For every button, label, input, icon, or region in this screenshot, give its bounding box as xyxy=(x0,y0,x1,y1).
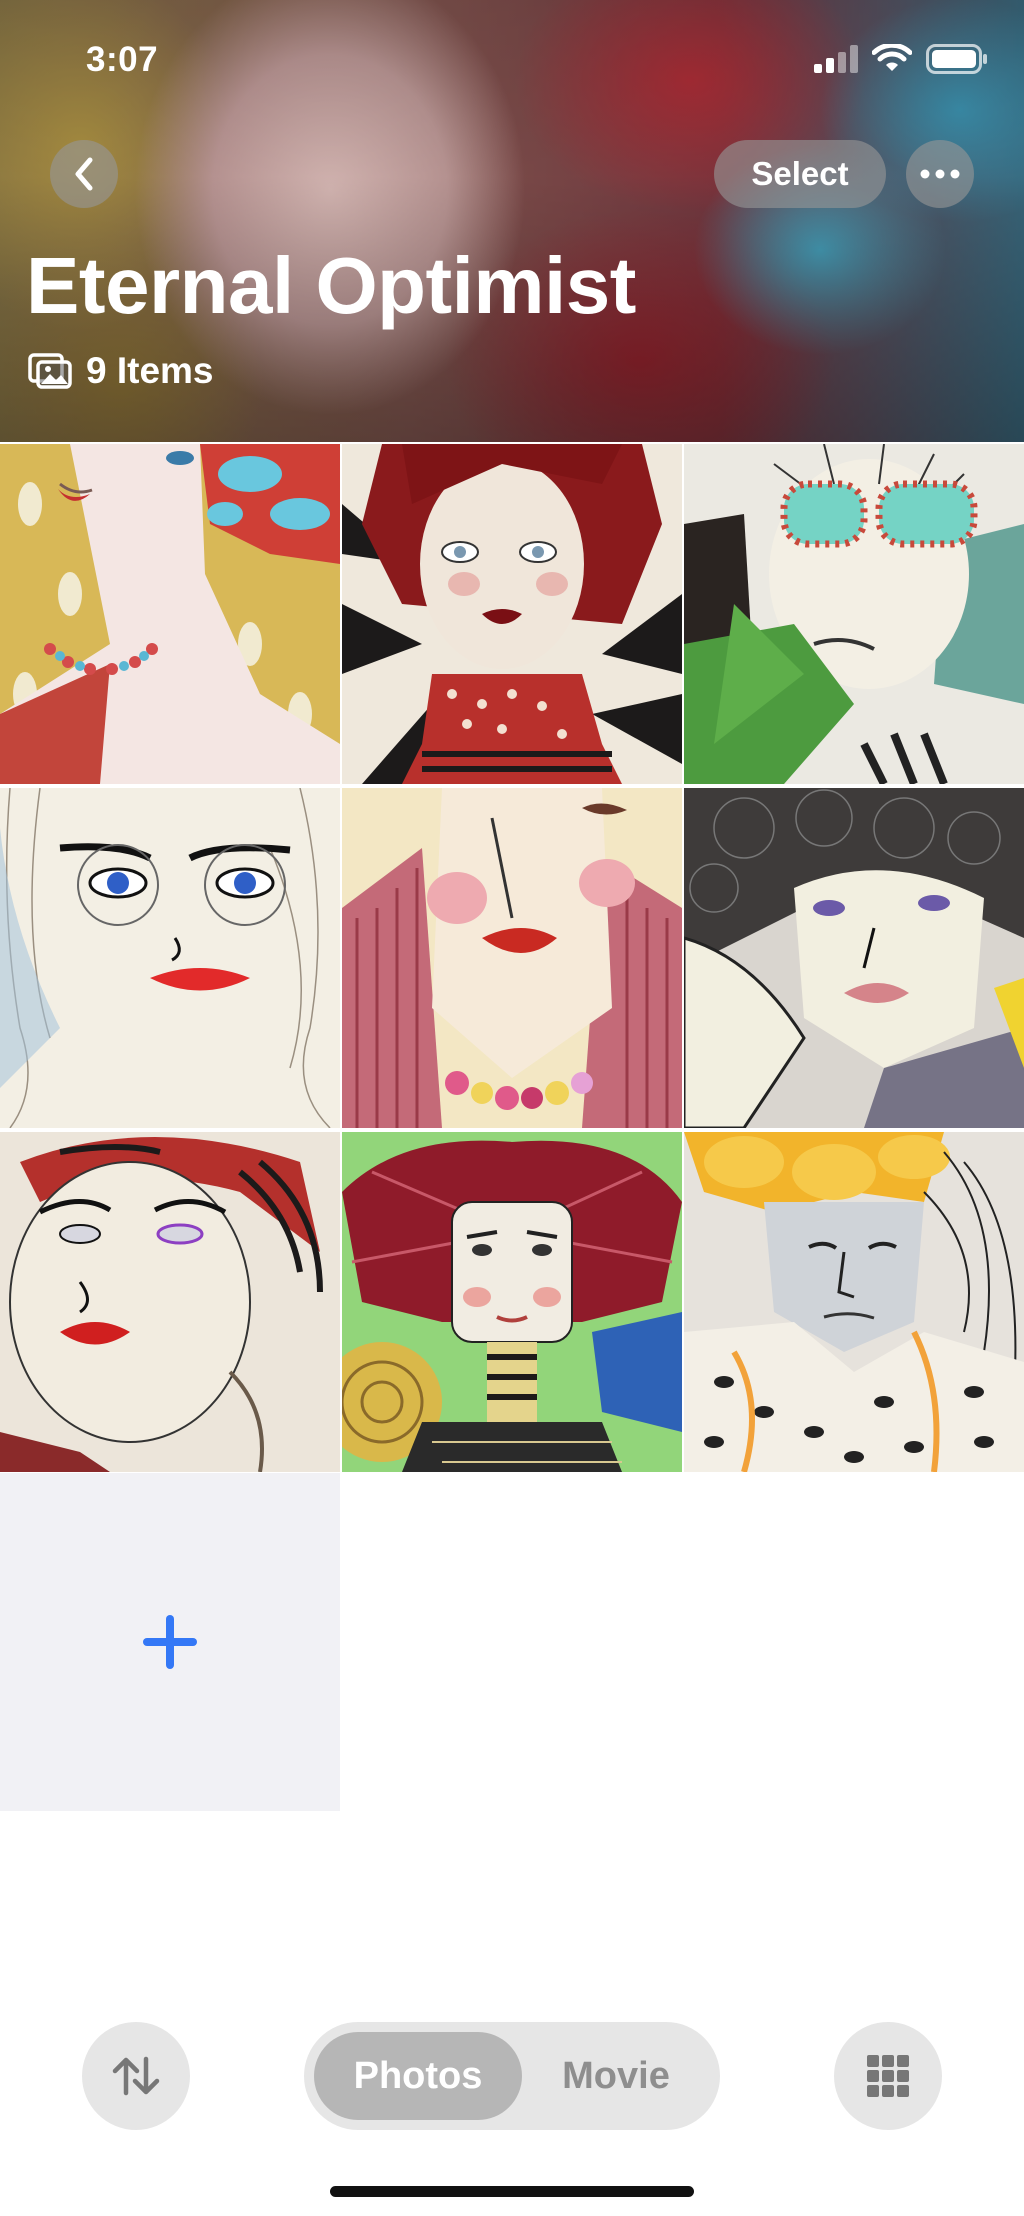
photo-thumbnail-4[interactable] xyxy=(0,788,340,1128)
album-header: 3:07 Select Eternal Optimist 9 Items xyxy=(0,0,1024,442)
chevron-left-icon xyxy=(75,157,93,191)
album-title: Eternal Optimist xyxy=(26,241,636,330)
photo-thumbnail-7[interactable] xyxy=(0,1132,340,1472)
ellipsis-icon xyxy=(920,169,960,179)
photo-thumbnail-3[interactable] xyxy=(684,444,1024,784)
back-button[interactable] xyxy=(50,140,118,208)
cellular-signal-icon xyxy=(814,45,858,73)
add-photo-button[interactable] xyxy=(0,1473,340,1811)
photo-thumbnail-8[interactable] xyxy=(342,1132,682,1472)
battery-icon xyxy=(926,44,987,74)
sort-button[interactable] xyxy=(82,2022,190,2130)
photo-thumbnail-2[interactable] xyxy=(342,444,682,784)
photo-thumbnail-9[interactable] xyxy=(684,1132,1024,1472)
photo-stack-icon xyxy=(28,353,72,389)
select-button[interactable]: Select xyxy=(714,140,886,208)
grid-icon xyxy=(867,2055,909,2097)
wifi-icon xyxy=(872,44,912,71)
sort-arrows-icon xyxy=(112,2056,160,2096)
status-time: 3:07 xyxy=(86,40,159,79)
segment-movie[interactable]: Movie xyxy=(522,2032,710,2120)
more-options-button[interactable] xyxy=(906,140,974,208)
item-count-label: 9 Items xyxy=(86,350,214,391)
view-mode-segmented-control: Photos Movie xyxy=(304,2022,720,2130)
photo-thumbnail-5[interactable] xyxy=(342,788,682,1128)
grid-layout-button[interactable] xyxy=(834,2022,942,2130)
home-indicator[interactable] xyxy=(330,2186,694,2197)
segment-photos[interactable]: Photos xyxy=(314,2032,522,2120)
photo-thumbnail-6[interactable] xyxy=(684,788,1024,1128)
status-icons xyxy=(814,44,988,74)
photo-thumbnail-1[interactable] xyxy=(0,444,340,784)
album-item-count: 9 Items xyxy=(28,350,214,392)
plus-icon xyxy=(143,1615,197,1669)
